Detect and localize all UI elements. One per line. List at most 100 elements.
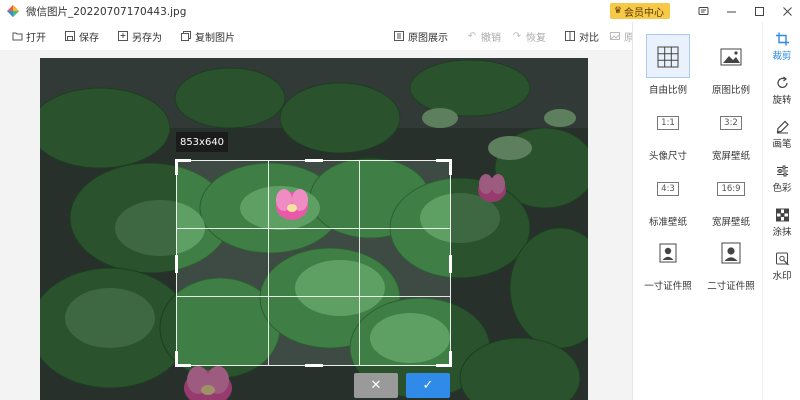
redo-icon: ↷ xyxy=(512,30,522,42)
save-button[interactable]: 保存 xyxy=(59,26,104,46)
copy-icon xyxy=(180,30,192,42)
tool-rotate[interactable]: 旋转 xyxy=(763,72,800,110)
tool-color[interactable]: 色彩 xyxy=(763,160,800,198)
open-label: 打开 xyxy=(26,32,46,44)
tool-crop[interactable]: 裁剪 xyxy=(763,28,800,66)
compare-button[interactable]: 对比 xyxy=(559,26,604,46)
minimize-button[interactable] xyxy=(718,0,744,22)
preset-label: 头像尺寸 xyxy=(648,151,687,162)
maximize-icon xyxy=(754,6,764,16)
crop-handle-bottom-right[interactable] xyxy=(449,351,452,367)
app-logo-icon xyxy=(6,4,20,18)
copy-image-button[interactable]: 复制图片 xyxy=(175,26,240,46)
crop-grid-line xyxy=(177,296,450,297)
save-icon xyxy=(64,30,76,42)
cancel-crop-button[interactable]: ✕ xyxy=(354,373,398,398)
redo-label: 恢复 xyxy=(526,32,546,44)
preset-label: 一寸证件照 xyxy=(644,281,692,292)
crop-handle-top-right[interactable] xyxy=(449,159,452,175)
preset-thumb: 3:2 xyxy=(709,100,753,144)
mosaic-icon xyxy=(775,208,789,222)
redo-button[interactable]: ↷ 恢复 xyxy=(506,26,551,46)
preset-widescreen-16-9[interactable]: 16:9 宽屏壁纸 xyxy=(705,166,757,228)
crop-handle-bottom-left[interactable] xyxy=(175,351,178,367)
ratio-tag: 16:9 xyxy=(717,182,745,196)
preset-label: 原图比例 xyxy=(711,85,750,96)
vip-label: 会员中心 xyxy=(624,7,664,19)
vip-center-button[interactable]: ♛ 会员中心 xyxy=(609,3,670,19)
preset-thumb: 1:1 xyxy=(646,100,690,144)
tool-label: 画笔 xyxy=(772,139,792,150)
crop-selection[interactable] xyxy=(175,159,452,367)
brush-icon xyxy=(776,120,789,134)
preset-thumb: 4:3 xyxy=(646,166,690,210)
original-display-icon xyxy=(393,30,405,42)
crop-handle-top-left[interactable] xyxy=(175,159,178,175)
ratio-tag: 1:1 xyxy=(657,116,679,130)
message-button[interactable] xyxy=(690,0,716,22)
tool-brush[interactable]: 画笔 xyxy=(763,116,800,154)
preset-two-inch-id[interactable]: 二寸证件照 xyxy=(702,230,760,292)
preset-one-inch-id[interactable]: 一寸证件照 xyxy=(639,230,697,292)
crop-grid-line xyxy=(268,161,269,365)
ratio-tag: 3:2 xyxy=(720,116,742,130)
crop-grid-line xyxy=(177,228,450,229)
rotate-icon xyxy=(776,76,788,89)
undo-icon: ↶ xyxy=(467,30,477,42)
undo-button[interactable]: ↶ 撤销 xyxy=(461,26,506,46)
preset-free-ratio[interactable]: 自由比例 xyxy=(642,34,694,96)
tool-label: 色彩 xyxy=(772,183,792,194)
original-image-icon xyxy=(609,30,621,42)
preset-thumb xyxy=(709,34,753,78)
crop-handle-bottom[interactable] xyxy=(305,364,323,367)
apply-crop-button[interactable]: ✓ xyxy=(406,373,450,398)
original-display-label: 原图展示 xyxy=(408,32,448,44)
crop-presets-panel: 自由比例 原图比例 1:1 头像尺寸 3:2 宽屏壁纸 4:3 标准壁纸 16:… xyxy=(632,22,762,400)
preset-label: 宽屏壁纸 xyxy=(711,151,750,162)
crown-icon: ♛ xyxy=(613,6,622,16)
crop-handle-left[interactable] xyxy=(175,255,178,273)
crop-grid-line xyxy=(359,161,360,365)
copy-image-label: 复制图片 xyxy=(195,32,235,44)
preset-thumb xyxy=(709,230,753,274)
window-title: 微信图片_20220707170443.jpg xyxy=(26,5,187,18)
preset-avatar-1-1[interactable]: 1:1 头像尺寸 xyxy=(642,100,694,162)
preset-label: 宽屏壁纸 xyxy=(711,217,750,228)
close-icon: ✕ xyxy=(370,378,382,393)
save-as-button[interactable]: 另存为 xyxy=(112,26,167,46)
grid-icon xyxy=(657,46,679,68)
title-bar: 微信图片_20220707170443.jpg ♛ 会员中心 xyxy=(0,0,800,22)
toolbar: 打开 保存 另存为 复制图片 原图展示 ↶ 撤销 ↷ 恢复 对比 xyxy=(0,22,644,50)
preset-original-ratio[interactable]: 原图比例 xyxy=(705,34,757,96)
watermark-icon xyxy=(775,252,789,266)
close-button[interactable] xyxy=(774,0,800,22)
preset-thumb xyxy=(646,230,690,274)
tool-mosaic[interactable]: 涂抹 xyxy=(763,204,800,242)
crop-confirm-bar: ✕ ✓ xyxy=(354,373,458,398)
preset-label: 标准壁纸 xyxy=(648,217,687,228)
crop-handle-top[interactable] xyxy=(305,159,323,162)
tool-rail: 裁剪 旋转 画笔 色彩 涂抹 水印 xyxy=(762,22,800,400)
preset-label: 自由比例 xyxy=(648,85,687,96)
save-label: 保存 xyxy=(79,32,99,44)
open-button[interactable]: 打开 xyxy=(6,26,51,46)
preset-standard-4-3[interactable]: 4:3 标准壁纸 xyxy=(642,166,694,228)
image-icon xyxy=(720,48,742,66)
compare-label: 对比 xyxy=(579,32,599,44)
original-display-button[interactable]: 原图展示 xyxy=(388,26,453,46)
folder-icon xyxy=(11,30,23,42)
tool-watermark[interactable]: 水印 xyxy=(763,248,800,286)
save-as-label: 另存为 xyxy=(132,32,162,44)
close-icon xyxy=(782,6,792,16)
preset-widescreen-3-2[interactable]: 3:2 宽屏壁纸 xyxy=(705,100,757,162)
compare-icon xyxy=(564,30,576,42)
sliders-icon xyxy=(776,165,788,177)
ratio-tag: 4:3 xyxy=(657,182,679,196)
maximize-button[interactable] xyxy=(746,0,772,22)
preset-thumb xyxy=(646,34,690,78)
message-icon xyxy=(698,6,708,15)
tool-label: 水印 xyxy=(772,271,792,282)
tool-label: 涂抹 xyxy=(772,227,792,238)
crop-handle-right[interactable] xyxy=(449,255,452,273)
id-photo-icon xyxy=(659,243,677,263)
